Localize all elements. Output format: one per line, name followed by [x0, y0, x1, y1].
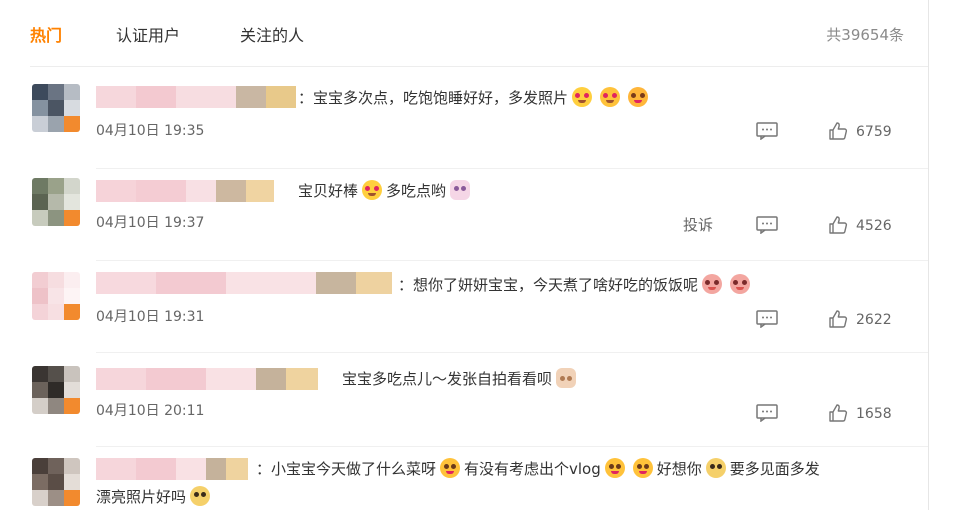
like-count: 1658: [856, 406, 892, 422]
comment-time: 04月10日 19:37: [96, 215, 205, 231]
comment-tabs: 热门 认证用户 关注的人 共39654条: [0, 0, 928, 66]
comment-text: ：宝宝多次点，吃饱饱睡好好，多发照片: [298, 87, 652, 108]
comment-time: 04月10日 19:35: [96, 123, 205, 139]
tabs-divider: [30, 66, 928, 67]
reply-icon[interactable]: [756, 310, 778, 328]
comment-item: 宝宝多吃点儿～发张自拍看看呗 04月10日 20:11 1658: [0, 360, 928, 454]
username-blurred[interactable]: [96, 272, 392, 294]
row-divider: [96, 260, 928, 261]
thumbs-up-icon[interactable]: [828, 403, 848, 423]
pig-emoji: [702, 274, 723, 294]
avatar[interactable]: [32, 366, 80, 414]
kiss-emoji: [628, 87, 649, 107]
heart-eyes-emoji: [600, 87, 621, 107]
tab-following[interactable]: 关注的人: [240, 22, 304, 46]
like-count: 4526: [856, 218, 892, 234]
comment-item: ：小宝宝今天做了什么菜呀 有没有考虑出个vlog 好想你 要多见面多发 漂亮照片好吗: [0, 452, 928, 510]
reply-icon[interactable]: [756, 216, 778, 234]
comment-time: 04月10日 20:11: [96, 403, 205, 419]
sad-emoji: [190, 486, 211, 506]
avatar[interactable]: [32, 272, 80, 320]
total-comment-count: 共39654条: [826, 26, 904, 44]
row-divider: [96, 168, 928, 169]
pig-emoji: [730, 274, 751, 294]
comment-item: 宝贝好棒 多吃点哟 04月10日 19:37 投诉 4526: [0, 172, 928, 266]
reply-icon[interactable]: [756, 122, 778, 140]
sad-emoji: [705, 458, 726, 478]
comment-text: 宝宝多吃点儿～发张自拍看看呗: [342, 368, 580, 389]
comment-text: 宝贝好棒 多吃点哟: [298, 180, 474, 201]
heart-eyes-emoji: [572, 87, 593, 107]
report-link[interactable]: 投诉: [683, 214, 713, 235]
avatar[interactable]: [32, 178, 80, 226]
tongue-emoji: [632, 458, 653, 478]
comment-text: ：小宝宝今天做了什么菜呀 有没有考虑出个vlog 好想你 要多见面多发: [256, 458, 820, 478]
comment-text: ：想你了妍妍宝宝，今天煮了啥好吃的饭饭呢: [398, 274, 754, 295]
thumbs-up-icon[interactable]: [828, 215, 848, 235]
tongue-emoji: [604, 458, 625, 478]
reply-icon[interactable]: [756, 404, 778, 422]
comment-item: ：想你了妍妍宝宝，今天煮了啥好吃的饭饭呢 04月10日 19:31 2622: [0, 266, 928, 360]
bunny-emoji: [450, 180, 471, 200]
like-count: 6759: [856, 124, 892, 140]
username-blurred[interactable]: [96, 86, 296, 108]
thumbs-up-icon[interactable]: [828, 121, 848, 141]
comment-time: 04月10日 19:31: [96, 309, 205, 325]
row-divider: [96, 446, 928, 447]
comment-item: ：宝宝多次点，吃饱饱睡好好，多发照片 04月10日 19:35 6759: [0, 80, 928, 174]
tongue-emoji: [440, 458, 461, 478]
avatar[interactable]: [32, 84, 80, 132]
comments-panel: 热门 认证用户 关注的人 共39654条 ：宝宝多次点，吃饱饱睡好好，多发照片 …: [0, 0, 960, 510]
username-blurred[interactable]: [96, 180, 274, 202]
row-divider: [96, 352, 928, 353]
scrollbar-edge: [928, 0, 929, 510]
tab-hot[interactable]: 热门: [30, 22, 62, 46]
hands-emoji: [556, 368, 577, 388]
tab-verified-users[interactable]: 认证用户: [116, 22, 180, 46]
like-count: 2622: [856, 312, 892, 328]
comment-text-line2: 漂亮照片好吗: [96, 486, 214, 507]
username-blurred[interactable]: [96, 368, 318, 390]
heart-eyes-emoji: [362, 180, 383, 200]
username-blurred[interactable]: [96, 458, 248, 480]
thumbs-up-icon[interactable]: [828, 309, 848, 329]
avatar[interactable]: [32, 458, 80, 506]
